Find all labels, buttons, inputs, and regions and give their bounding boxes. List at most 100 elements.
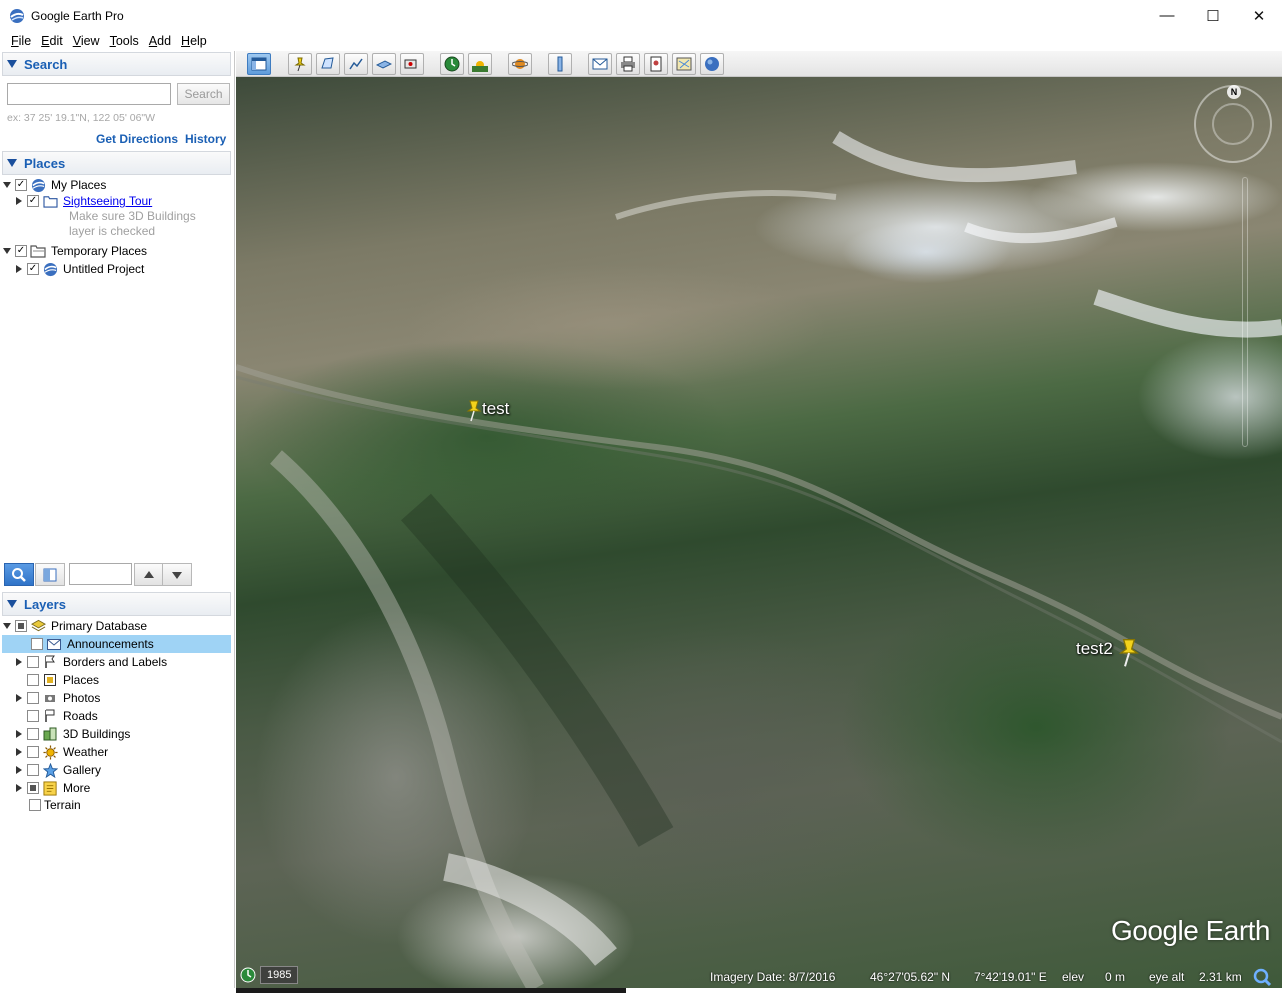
- tree-item-label: Untitled Project: [63, 262, 145, 276]
- email-button[interactable]: [588, 53, 612, 75]
- eye-alt-value: 2.31 km: [1199, 970, 1242, 984]
- arrow-up-icon: [144, 570, 154, 578]
- checkbox[interactable]: [27, 746, 39, 758]
- tree-item-temporary-places[interactable]: ✓ Temporary Places: [2, 242, 147, 260]
- checkbox[interactable]: ✓: [15, 245, 27, 257]
- layer-item-primary-database[interactable]: Primary Database: [2, 617, 231, 635]
- menu-add[interactable]: Add: [144, 34, 176, 48]
- add-polygon-button[interactable]: [316, 53, 340, 75]
- layers-panel-header[interactable]: Layers: [2, 592, 231, 616]
- places-filter-input[interactable]: [69, 563, 132, 585]
- layer-item-announcements[interactable]: Announcements: [2, 635, 231, 653]
- navigation-compass[interactable]: N: [1194, 85, 1272, 163]
- add-path-button[interactable]: [344, 53, 368, 75]
- checkbox[interactable]: [27, 656, 39, 668]
- layer-item-photos[interactable]: Photos: [14, 689, 100, 707]
- north-indicator[interactable]: N: [1227, 85, 1241, 99]
- placemark-test2[interactable]: test2: [1076, 637, 1141, 669]
- layer-item-more[interactable]: More: [14, 779, 90, 797]
- layer-item-3d-buildings[interactable]: 3D Buildings: [14, 725, 130, 743]
- toggle-sidebar-button[interactable]: [247, 53, 271, 75]
- menu-view[interactable]: View: [68, 34, 105, 48]
- expand-toggle[interactable]: [14, 783, 24, 793]
- places-panel-header[interactable]: Places: [2, 151, 231, 175]
- checkbox[interactable]: [27, 728, 39, 740]
- historical-year[interactable]: 1985: [260, 966, 299, 984]
- elevation-value: 0 m: [1105, 970, 1126, 984]
- checkbox[interactable]: ✓: [27, 195, 39, 207]
- expand-toggle[interactable]: [2, 246, 12, 256]
- checkbox[interactable]: ✓: [15, 179, 27, 191]
- checkbox[interactable]: [27, 674, 39, 686]
- move-down-button[interactable]: [162, 563, 192, 586]
- get-directions-link[interactable]: Get Directions: [96, 132, 178, 146]
- earth-gallery-button[interactable]: [700, 53, 724, 75]
- expand-toggle[interactable]: [14, 747, 24, 757]
- expand-toggle[interactable]: [2, 180, 12, 190]
- menu-help[interactable]: Help: [176, 34, 212, 48]
- layer-item-places[interactable]: Places: [14, 671, 99, 689]
- expand-toggle[interactable]: [14, 264, 24, 274]
- panel-icon: [43, 568, 57, 581]
- record-tour-button[interactable]: [400, 53, 424, 75]
- layer-item-gallery[interactable]: Gallery: [14, 761, 101, 779]
- historical-imagery-control[interactable]: 1985: [240, 966, 299, 984]
- checkbox[interactable]: [27, 764, 39, 776]
- move-up-button[interactable]: [134, 563, 164, 586]
- minimize-button[interactable]: —: [1144, 0, 1190, 31]
- sunlight-button[interactable]: [468, 53, 492, 75]
- menu-edit[interactable]: Edit: [36, 34, 68, 48]
- add-placemark-button[interactable]: [288, 53, 312, 75]
- tree-item-untitled-project[interactable]: ✓ Untitled Project: [14, 260, 144, 278]
- checkbox[interactable]: ✓: [27, 263, 39, 275]
- search-panel-header[interactable]: Search: [2, 52, 231, 76]
- print-button[interactable]: [616, 53, 640, 75]
- placemark-test[interactable]: test: [466, 399, 509, 423]
- map-view[interactable]: test test2 N Google Earth 1985 Imagery D…: [236, 77, 1282, 988]
- menu-tools[interactable]: Tools: [105, 34, 144, 48]
- expand-toggle[interactable]: [14, 765, 24, 775]
- history-link[interactable]: History: [185, 132, 226, 146]
- layer-label: More: [63, 781, 91, 795]
- layer-item-weather[interactable]: Weather: [14, 743, 108, 761]
- checkbox[interactable]: [31, 638, 43, 650]
- view-in-maps-button[interactable]: [672, 53, 696, 75]
- expand-toggle[interactable]: [14, 729, 24, 739]
- maximize-button[interactable]: ☐: [1190, 0, 1236, 31]
- tree-item-label: My Places: [51, 178, 107, 192]
- historical-imagery-button[interactable]: [440, 53, 464, 75]
- layer-label: Borders and Labels: [63, 655, 168, 669]
- search-places-button[interactable]: [4, 563, 34, 586]
- expand-toggle[interactable]: [14, 693, 24, 703]
- toggle-panel-button[interactable]: [35, 563, 65, 586]
- close-button[interactable]: ✕: [1236, 0, 1282, 31]
- add-image-overlay-button[interactable]: [372, 53, 396, 75]
- switch-planet-button[interactable]: [508, 53, 532, 75]
- sightseeing-tour-link[interactable]: Sightseeing Tour: [63, 194, 152, 208]
- expand-toggle[interactable]: [14, 657, 24, 667]
- expand-toggle[interactable]: [14, 196, 24, 206]
- search-header-label: Search: [24, 56, 68, 72]
- checkbox[interactable]: [27, 782, 39, 794]
- checkbox[interactable]: [15, 620, 27, 632]
- layer-item-borders-and-labels[interactable]: Borders and Labels: [14, 653, 167, 671]
- sidebar-icon: [251, 57, 267, 71]
- search-input[interactable]: [7, 83, 171, 105]
- save-image-button[interactable]: [644, 53, 668, 75]
- menu-file[interactable]: File: [6, 34, 36, 48]
- layer-item-terrain[interactable]: Terrain: [26, 796, 81, 814]
- ruler-button[interactable]: [548, 53, 572, 75]
- look-joystick[interactable]: [1212, 103, 1254, 145]
- magnifier-icon: [12, 567, 26, 582]
- checkbox[interactable]: [27, 710, 39, 722]
- expand-toggle[interactable]: [2, 621, 12, 631]
- collapse-triangle-icon: [7, 60, 17, 68]
- layer-item-roads[interactable]: Roads: [14, 707, 98, 725]
- search-button[interactable]: Search: [177, 83, 230, 105]
- checkbox[interactable]: [27, 692, 39, 704]
- search-hint: ex: 37 25' 19.1"N, 122 05' 06"W: [7, 112, 156, 124]
- checkbox[interactable]: [29, 799, 41, 811]
- search-icon[interactable]: [1252, 967, 1272, 987]
- tree-item-sightseeing-tour[interactable]: ✓ Sightseeing Tour: [14, 192, 152, 210]
- zoom-slider[interactable]: [1242, 177, 1248, 447]
